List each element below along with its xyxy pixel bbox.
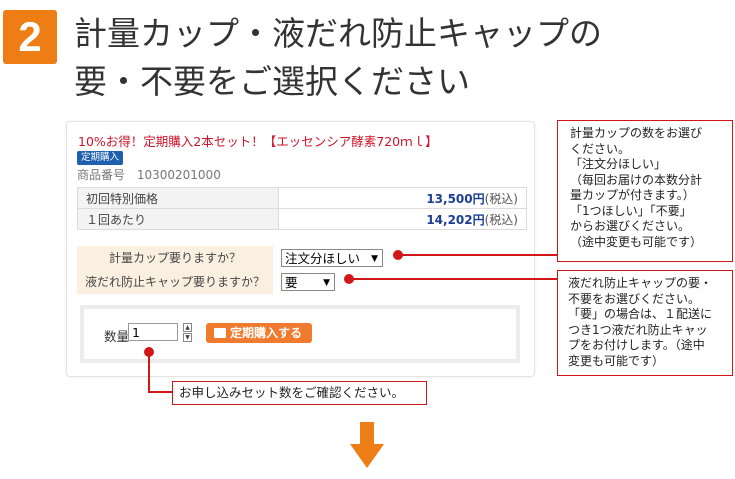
- subscribe-button-label: 定期購入する: [230, 326, 303, 340]
- qty-callout: お申し込みセット数をご確認ください。: [172, 381, 427, 405]
- callout-text: 「注文分ほしい」: [570, 157, 667, 171]
- cup-select-value: 注文分ほしい: [285, 251, 361, 266]
- cup-callout: 計量カップの数をお選び ください。 「注文分ほしい」 （毎回お届けの本数分計 量…: [557, 120, 733, 262]
- price-value: 13,500円: [426, 191, 485, 206]
- table-row: １回あたり 14,202円(税込): [77, 208, 527, 230]
- page-title-line-1: 計量カップ・液だれ防止キャップの: [74, 14, 602, 53]
- option-row-cap: 液だれ防止キャップ要りますか？ 要 ▼: [77, 270, 527, 294]
- price-table: 初回特別価格 13,500円(税込) １回あたり 14,202円(税込): [77, 187, 527, 230]
- product-code-label: 商品番号: [77, 168, 126, 182]
- cap-select-value: 要: [285, 275, 298, 290]
- subscribe-button[interactable]: 定期購入する: [206, 323, 312, 343]
- price-label: 初回特別価格: [77, 187, 279, 209]
- cup-pointer-line: [400, 254, 557, 256]
- quantity-label: 数量: [104, 329, 130, 344]
- price-value: 14,202円: [426, 212, 485, 227]
- product-card: 10%お得！定期購入2本セット！【エッセンシア酵素720ｍｌ】 定期購入 商品番…: [66, 121, 535, 377]
- callout-text: ください。: [570, 141, 631, 156]
- product-title[interactable]: 10%お得！定期購入2本セット！【エッセンシア酵素720ｍｌ】: [78, 131, 438, 150]
- callout-text: つき1つ液だれ防止キャッ: [568, 322, 708, 337]
- callout-text: 「要」の場合は、１配送に: [568, 307, 713, 321]
- qty-pointer-line-vertical: [148, 352, 150, 392]
- cap-select[interactable]: 要 ▼: [281, 273, 335, 291]
- step-number-badge: 2: [3, 10, 57, 64]
- chevron-down-icon: ▼: [371, 254, 378, 264]
- callout-text: 量カップが付きます。）: [570, 188, 695, 202]
- price-value-cell: 13,500円(税込): [278, 187, 527, 209]
- callout-text: 不要をお選びください。: [568, 291, 701, 306]
- cap-callout: 液だれ防止キャップの要・ 不要をお選びください。 「要」の場合は、１配送に つき…: [557, 270, 733, 376]
- option-label-cap: 液だれ防止キャップ要りますか？: [77, 270, 273, 294]
- chevron-down-icon: ▼: [323, 278, 330, 288]
- callout-text: プをお付けします。（途中: [568, 338, 705, 352]
- price-label: １回あたり: [77, 208, 279, 230]
- price-value-cell: 14,202円(税込): [278, 208, 527, 230]
- callout-text: 液だれ防止キャップの要・: [568, 276, 713, 290]
- tax-note: (税込): [484, 212, 518, 227]
- table-row: 初回特別価格 13,500円(税込): [77, 187, 527, 209]
- callout-text: 計量カップの数をお選び: [570, 126, 703, 140]
- quantity-input[interactable]: 1: [128, 323, 178, 341]
- product-code-value: 10300201000: [136, 168, 221, 182]
- quantity-up-icon[interactable]: ▲: [183, 323, 192, 332]
- qty-pointer-line-horizontal: [148, 391, 174, 393]
- cart-icon: [214, 328, 226, 338]
- callout-text: 「1つほしい」「不要」: [570, 203, 692, 218]
- product-code: 商品番号 10300201000: [77, 166, 221, 183]
- callout-text: お申し込みセット数をご確認ください。: [179, 385, 405, 400]
- page-title: 計量カップ・液だれ防止キャップの 要・不要をご選択ください: [74, 10, 602, 106]
- tax-note: (税込): [484, 191, 518, 206]
- cap-pointer-line: [350, 278, 557, 280]
- cup-select[interactable]: 注文分ほしい ▼: [281, 249, 383, 267]
- quantity-down-icon[interactable]: ▼: [183, 333, 192, 342]
- page-title-line-2: 要・不要をご選択ください: [74, 62, 470, 101]
- callout-text: からお選びください。: [570, 219, 691, 233]
- down-arrow-icon: [350, 422, 384, 468]
- option-label-cup: 計量カップ要りますか？: [77, 246, 273, 270]
- callout-text: （途中変更も可能です）: [570, 234, 703, 249]
- callout-text: （毎回お届けの本数分計: [570, 172, 703, 187]
- callout-text: 変更も可能です）: [568, 353, 665, 368]
- subscription-badge: 定期購入: [77, 151, 124, 165]
- option-row-cup: 計量カップ要りますか？ 注文分ほしい ▼: [77, 246, 527, 270]
